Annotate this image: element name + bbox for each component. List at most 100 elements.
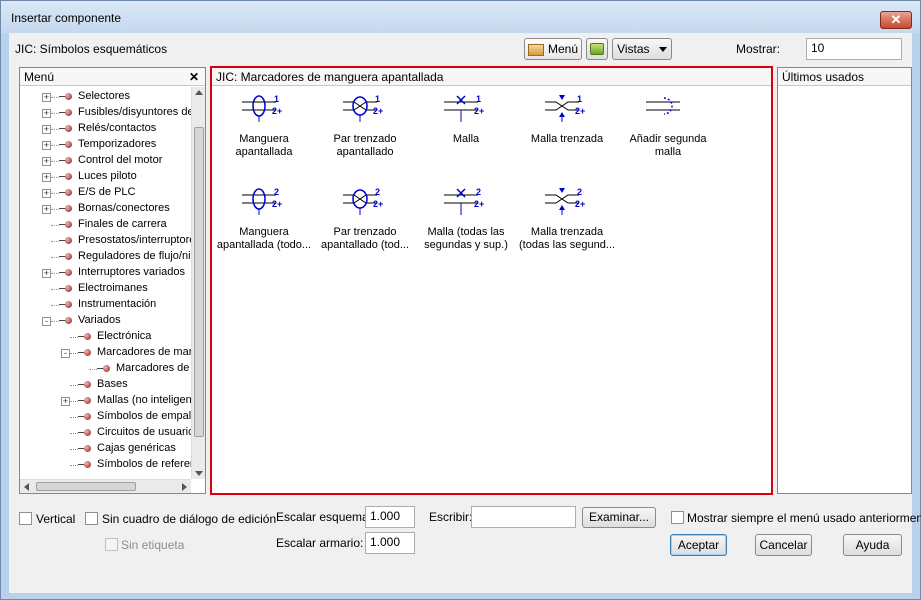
symbol-item[interactable]: 2 2+ Manguera apantallada (todo... (216, 185, 312, 252)
tree-item[interactable]: Símbolos de referer (20, 457, 191, 473)
shielded-hose-1-icon: 1 2+ (216, 92, 312, 129)
help-button[interactable]: Ayuda (843, 534, 902, 556)
expand-icon[interactable]: + (42, 109, 51, 118)
tree-item[interactable]: + Luces piloto (20, 169, 191, 185)
symbol-item[interactable]: 2 2+ Malla trenzada (todas las segund... (519, 185, 615, 252)
tree-item[interactable]: Bases (20, 377, 191, 393)
window-close-button[interactable]: ✕ (880, 11, 912, 29)
horizontal-scroll-thumb[interactable] (36, 482, 136, 491)
symbol-item[interactable]: 1 2+ Malla trenzada (519, 92, 615, 146)
tree-item[interactable]: + Relés/contactos (20, 121, 191, 137)
tree-item-label: Variados (78, 314, 121, 326)
svg-text:2: 2 (577, 187, 582, 197)
tree-item[interactable]: Instrumentación (20, 297, 191, 313)
scroll-up-icon[interactable] (195, 90, 203, 95)
tree-item[interactable]: Electroimanes (20, 281, 191, 297)
tree-item-label: Bornas/conectores (78, 202, 170, 214)
tree-connector (70, 417, 78, 418)
menu-panel-close-icon[interactable]: ✕ (189, 70, 199, 84)
tree-item[interactable]: Finales de carrera (20, 217, 191, 233)
collapse-icon[interactable]: - (42, 317, 51, 326)
svg-text:2+: 2+ (272, 199, 282, 209)
always-show-menu-checkbox[interactable] (671, 511, 684, 524)
tree-node-icon (59, 141, 73, 148)
tree-item[interactable]: Electrónica (20, 329, 191, 345)
tree-item[interactable]: + Control del motor (20, 153, 191, 169)
tree-item-label: Símbolos de empal (97, 410, 191, 422)
svg-text:2: 2 (375, 187, 380, 197)
symbol-item[interactable]: 1 2+ Manguera apantallada (216, 92, 312, 159)
tree-item-label: Electrónica (97, 330, 152, 342)
library-label: JIC: Símbolos esquemáticos (15, 42, 168, 56)
symbol-item[interactable]: 2 2+ Par trenzado apantallado (tod... (317, 185, 413, 252)
tree-item[interactable]: Símbolos de empal (20, 409, 191, 425)
tree-item[interactable]: - Variados (20, 313, 191, 329)
cancel-button[interactable]: Cancelar (755, 534, 812, 556)
menu-button[interactable]: Menú (524, 38, 582, 60)
tree-item[interactable]: + Temporizadores (20, 137, 191, 153)
tree-node-icon (59, 269, 73, 276)
tree-item[interactable]: Presostatos/interruptore (20, 233, 191, 249)
menu-icon (527, 43, 544, 56)
tree-item[interactable]: Reguladores de flujo/ni (20, 249, 191, 265)
tree-item-label: Mallas (no inteligen (97, 394, 191, 406)
scale-panel-input[interactable]: 1.000 (365, 532, 415, 554)
tree-connector (70, 385, 78, 386)
expand-icon[interactable]: + (42, 269, 51, 278)
tree-vertical-scrollbar[interactable] (191, 87, 205, 479)
ok-button[interactable]: Aceptar (670, 534, 727, 556)
symbol-caption-line-2: segundas y sup.) (424, 239, 508, 251)
expand-icon[interactable]: + (42, 205, 51, 214)
browse-folder-button[interactable] (586, 38, 608, 60)
tree-item[interactable]: + Selectores (20, 89, 191, 105)
expand-icon[interactable]: + (42, 125, 51, 134)
symbol-caption-line-1: Malla trenzada (530, 226, 604, 238)
views-dropdown[interactable]: Vistas (612, 38, 672, 60)
tree-item-label: Símbolos de referer (97, 458, 191, 470)
tree-item[interactable]: + Interruptores variados (20, 265, 191, 281)
tree-item[interactable]: + E/S de PLC (20, 185, 191, 201)
symbols-panel-header: JIC: Marcadores de manguera apantallada (212, 68, 771, 86)
expand-icon[interactable]: + (42, 93, 51, 102)
scroll-down-icon[interactable] (195, 471, 203, 476)
tree-item[interactable]: + Fusibles/disyuntores de (20, 105, 191, 121)
scale-schematic-input[interactable]: 1.000 (365, 506, 415, 528)
no-edit-dialog-checkbox[interactable] (85, 512, 98, 525)
tree-horizontal-scrollbar[interactable] (20, 479, 191, 493)
chevron-down-icon (658, 47, 667, 53)
symbol-item[interactable]: Añadir segunda malla (620, 92, 716, 159)
svg-text:1: 1 (577, 94, 582, 104)
tree-node-icon (78, 397, 92, 404)
expand-icon[interactable]: + (42, 173, 51, 182)
symbol-item[interactable]: 2 2+ Malla (todas las segundas y sup.) (418, 185, 514, 252)
tree-node-icon (59, 125, 73, 132)
show-count-input[interactable]: 10 (806, 38, 902, 60)
tree-node-icon (59, 285, 73, 292)
symbol-caption-line-1: Par trenzado (333, 133, 397, 145)
expand-icon[interactable]: + (42, 141, 51, 150)
tree-item[interactable]: Cajas genéricas (20, 441, 191, 457)
tree-item[interactable]: Circuitos de usuaric (20, 425, 191, 441)
tree-item[interactable]: - Marcadores de mar (20, 345, 191, 361)
type-input[interactable] (471, 506, 576, 528)
browse-button[interactable]: Examinar... (582, 507, 656, 528)
tree-item[interactable]: + Mallas (no inteligen (20, 393, 191, 409)
tree-node-icon (78, 349, 92, 356)
no-tag-checkbox[interactable] (105, 538, 118, 551)
tree-node-icon (59, 221, 73, 228)
symbol-item[interactable]: 1 2+ Malla (418, 92, 514, 146)
scroll-right-icon[interactable] (182, 483, 187, 491)
tree-item[interactable]: Marcadores de (20, 361, 191, 377)
tree-item[interactable]: + Bornas/conectores (20, 201, 191, 217)
vertical-checkbox[interactable] (19, 512, 32, 525)
scroll-thumb[interactable] (194, 127, 204, 437)
collapse-icon[interactable]: - (61, 349, 70, 358)
no-tag-label: Sin etiqueta (121, 538, 185, 552)
symbol-item[interactable]: 1 2+ Par trenzado apantallado (317, 92, 413, 159)
scroll-left-icon[interactable] (24, 483, 29, 491)
symbol-caption-line-1: Malla trenzada (530, 133, 604, 145)
expand-icon[interactable]: + (61, 397, 70, 406)
expand-icon[interactable]: + (42, 189, 51, 198)
expand-icon[interactable]: + (42, 157, 51, 166)
tree-node-icon (59, 189, 73, 196)
